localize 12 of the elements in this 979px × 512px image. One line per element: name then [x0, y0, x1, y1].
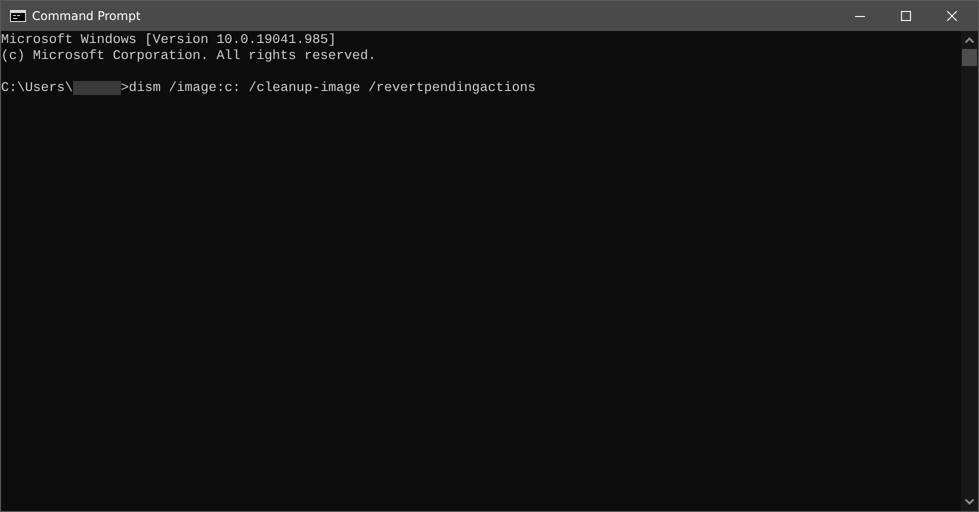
scroll-up-icon[interactable] — [965, 37, 974, 43]
prompt-path: C:\Users\ — [1, 80, 73, 96]
maximize-icon — [901, 11, 911, 21]
command-text: >dism /image:c: /cleanup-image /revertpendingactions — [120, 80, 536, 96]
window-title: Command Prompt — [32, 9, 141, 23]
console-icon — [10, 10, 26, 22]
close-icon — [947, 11, 957, 21]
scroll-down-icon[interactable] — [965, 499, 974, 505]
console-line: Microsoft Windows [Version 10.0.19041.985] — [1, 32, 338, 48]
console-line: (c) Microsoft Corporation. All rights reserved. — [1, 48, 378, 64]
scroll-thumb[interactable] — [962, 49, 977, 66]
scrollbar[interactable] — [961, 31, 978, 511]
